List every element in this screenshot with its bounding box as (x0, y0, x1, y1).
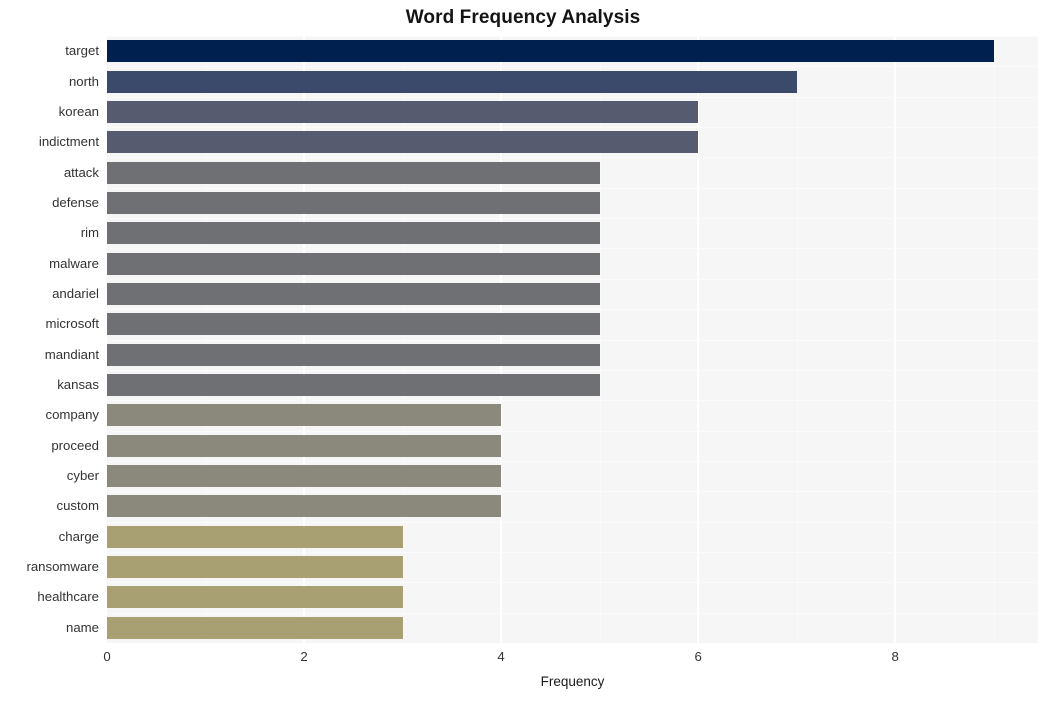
x-axis-tick-label: 0 (103, 649, 111, 664)
x-axis-tick-label: 6 (694, 649, 702, 664)
x-axis-tick-labels: 0 2 4 6 8 (0, 0, 1046, 701)
x-axis-tick-label: 4 (497, 649, 505, 664)
x-axis-label: Frequency (540, 674, 605, 689)
x-axis-tick-label: 2 (300, 649, 308, 664)
x-axis-tick-label: 8 (891, 649, 899, 664)
word-frequency-bar-chart: Word Frequency Analysis target north korea… (0, 0, 1046, 701)
